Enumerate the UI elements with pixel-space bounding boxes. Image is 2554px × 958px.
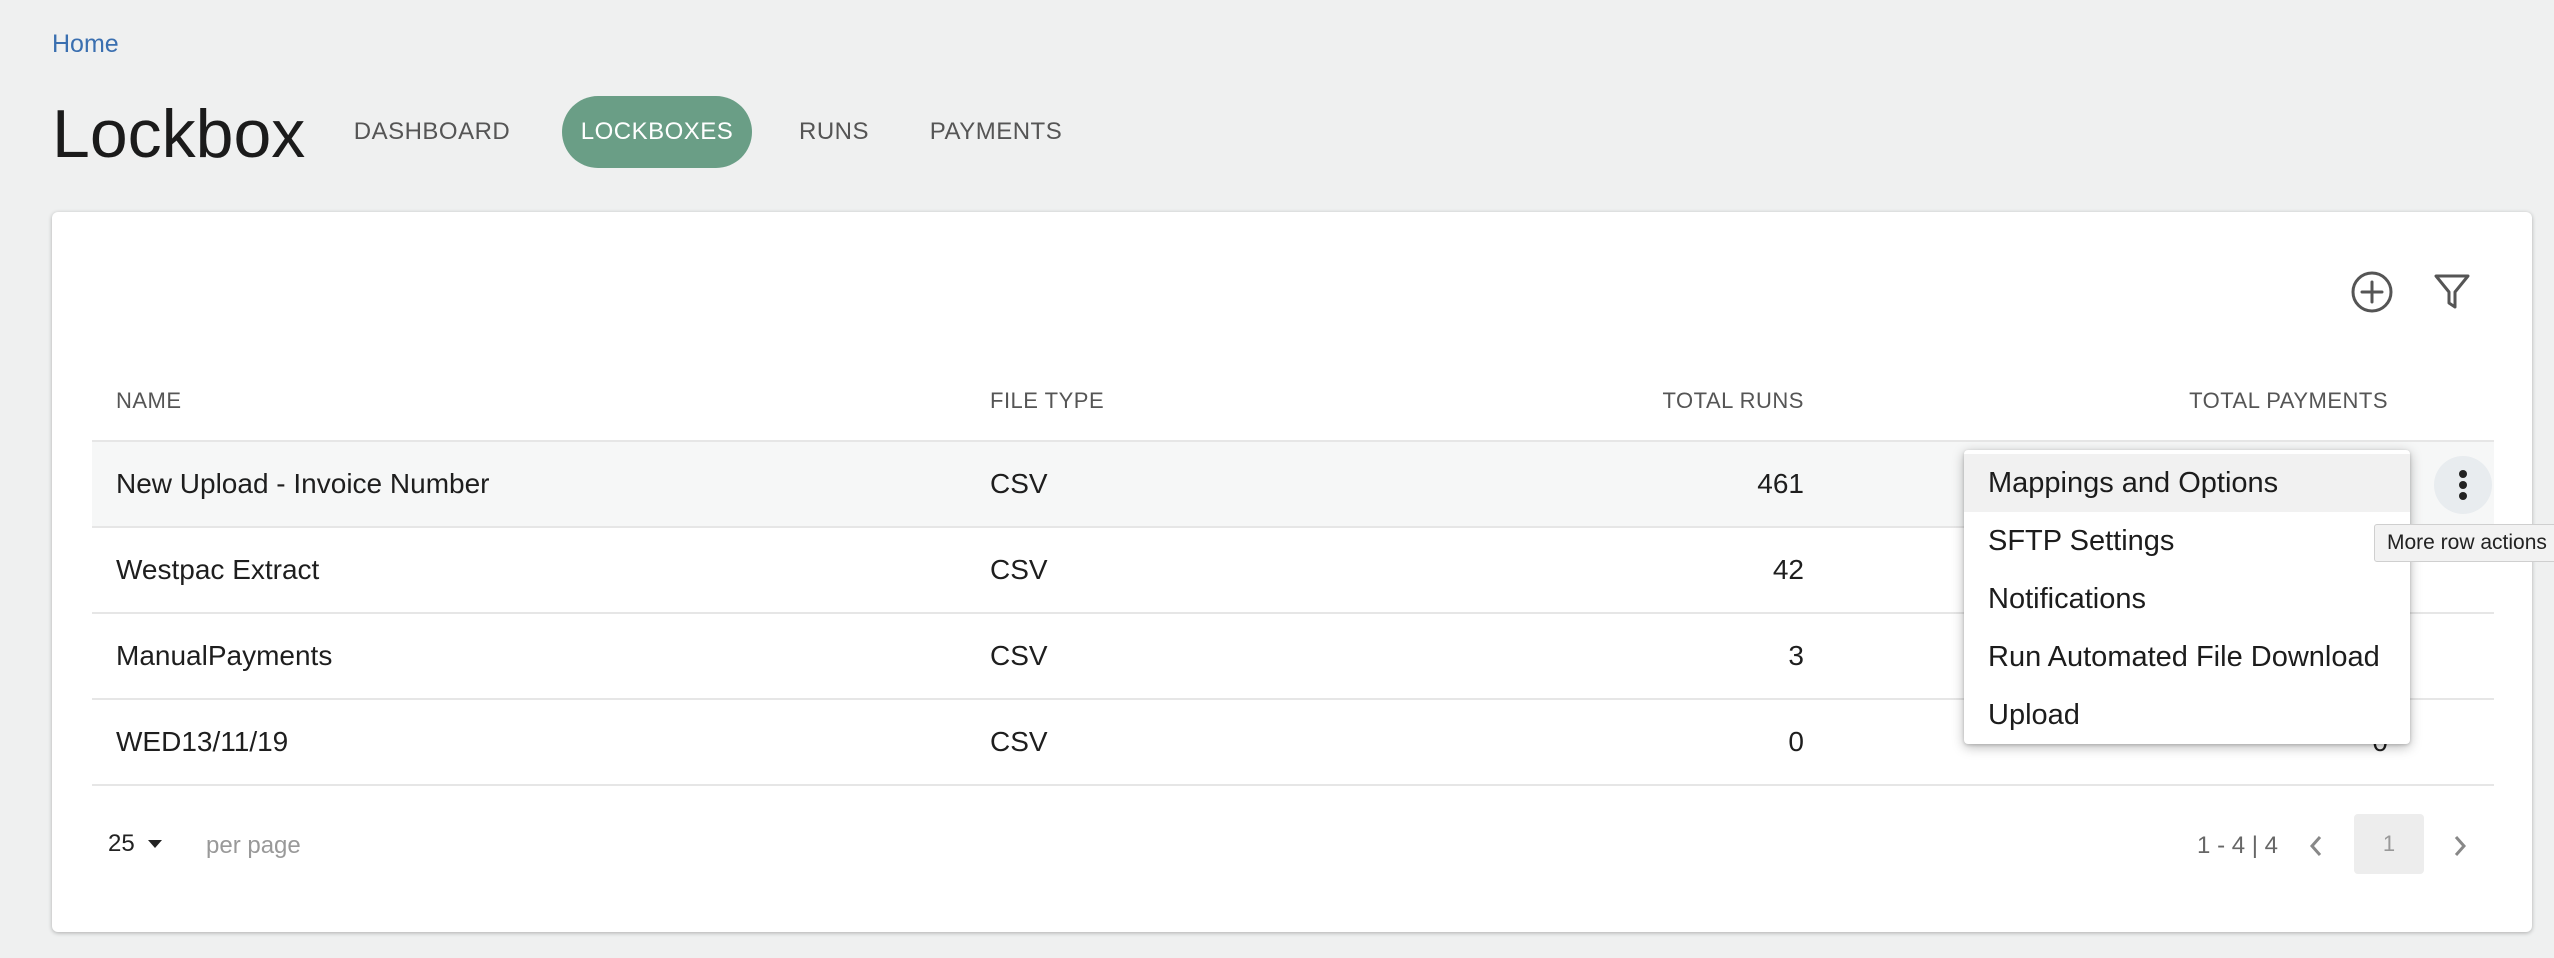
cell-name: WED13/11/19: [116, 726, 289, 757]
table-header: NAME FILE TYPE TOTAL RUNS TOTAL PAYMENTS: [92, 362, 2494, 442]
chevron-left-icon: [2309, 836, 2322, 856]
menu-item-mappings-and-options[interactable]: Mappings and Options: [1964, 454, 2410, 512]
menu-item-sftp-settings[interactable]: SFTP Settings: [1964, 512, 2410, 570]
tab-lockboxes[interactable]: LOCKBOXES: [562, 96, 752, 168]
filter-button[interactable]: [2422, 262, 2482, 322]
page-title: Lockbox: [52, 96, 306, 172]
more-vertical-icon: [2459, 470, 2467, 500]
cell-file-type: CSV: [990, 468, 1048, 499]
cell-file-type: CSV: [990, 640, 1048, 671]
previous-page-button[interactable]: [2298, 828, 2334, 864]
chevron-right-icon: [2454, 836, 2467, 856]
menu-item-notifications[interactable]: Notifications: [1964, 570, 2410, 628]
per-page-value: 25: [108, 830, 135, 857]
cell-total-runs: 0: [1788, 726, 1804, 757]
column-header-file-type[interactable]: FILE TYPE: [990, 388, 1104, 414]
cell-total-runs: 461: [1757, 468, 1804, 499]
cell-name: New Upload - Invoice Number: [116, 468, 490, 499]
current-page-button[interactable]: 1: [2354, 814, 2424, 874]
pagination-bar: 25 per page 1 - 4 | 4 1: [92, 812, 2494, 882]
cell-name: ManualPayments: [116, 640, 333, 671]
cell-total-runs: 3: [1788, 640, 1804, 671]
column-header-total-runs[interactable]: TOTAL RUNS: [1662, 388, 1804, 414]
per-page-label: per page: [206, 832, 301, 859]
tab-runs[interactable]: RUNS: [784, 96, 884, 168]
column-header-total-payments[interactable]: TOTAL PAYMENTS: [2189, 388, 2388, 414]
menu-item-run-automated-file-download[interactable]: Run Automated File Download: [1964, 628, 2410, 686]
per-page-select[interactable]: 25: [108, 830, 163, 858]
tab-payments[interactable]: PAYMENTS: [916, 96, 1076, 168]
cell-name: Westpac Extract: [116, 554, 320, 585]
tab-bar: DASHBOARD LOCKBOXES RUNS PAYMENTS: [330, 96, 1076, 168]
cell-total-runs: 42: [1772, 554, 1804, 585]
filter-icon: [2434, 274, 2470, 309]
next-page-button[interactable]: [2442, 828, 2478, 864]
plus-circle-icon: [2351, 271, 2393, 313]
pagination-range: 1 - 4 | 4: [2197, 832, 2278, 859]
breadcrumb-home-link[interactable]: Home: [52, 30, 119, 59]
tab-dashboard[interactable]: DASHBOARD: [330, 96, 534, 168]
tooltip: More row actions: [2374, 524, 2554, 562]
cell-file-type: CSV: [990, 726, 1048, 757]
cell-file-type: CSV: [990, 554, 1048, 585]
menu-item-upload[interactable]: Upload: [1964, 686, 2410, 744]
add-lockbox-button[interactable]: [2342, 262, 2402, 322]
caret-down-icon: [147, 840, 162, 848]
row-actions-menu: Mappings and Options SFTP Settings Notif…: [1964, 450, 2410, 744]
column-header-name[interactable]: NAME: [116, 388, 182, 414]
more-row-actions-button[interactable]: [2434, 456, 2492, 514]
